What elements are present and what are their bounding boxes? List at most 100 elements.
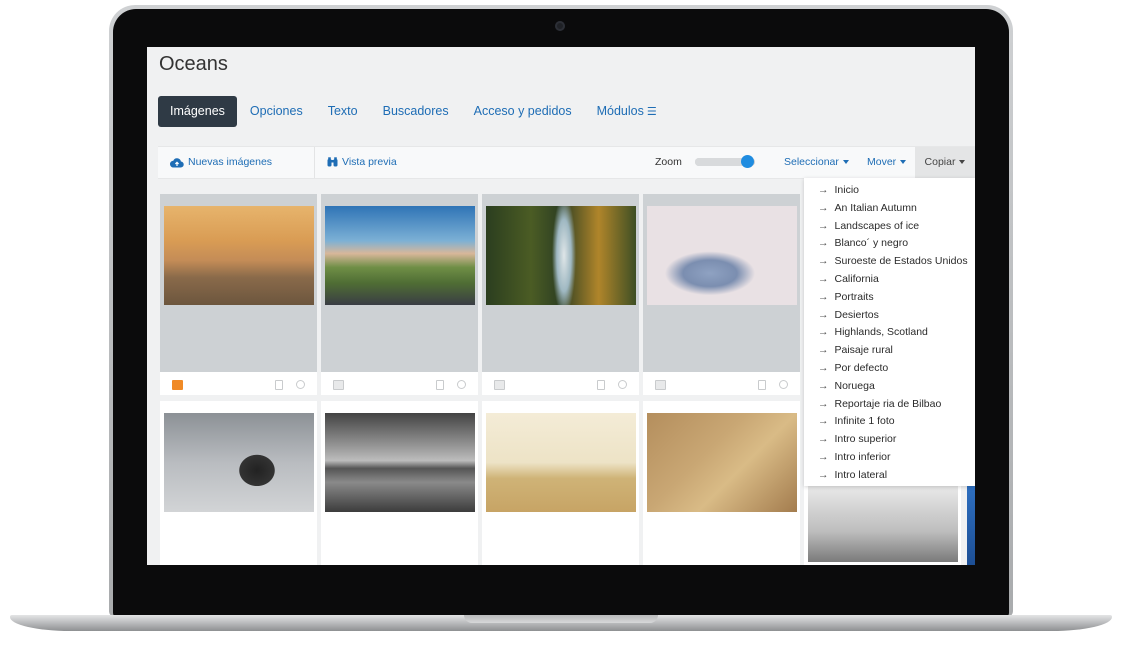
preview-button[interactable]: Vista previa — [327, 147, 397, 178]
menu-item[interactable]: → California — [804, 271, 975, 289]
copy-label: Copiar — [924, 156, 956, 168]
menu-item[interactable]: → Blanco´ y negro — [804, 235, 975, 253]
photo-thumbnail[interactable] — [486, 206, 636, 305]
image-card[interactable] — [643, 401, 800, 565]
menu-item-label: Noruega — [834, 379, 875, 392]
menu-item[interactable]: → Portraits — [804, 289, 975, 307]
image-card[interactable] — [482, 401, 639, 565]
tab-bar: Imágenes Opciones Texto Buscadores Acces… — [158, 96, 670, 127]
image-icon[interactable] — [172, 380, 183, 390]
select-label: Seleccionar — [784, 156, 839, 168]
menu-item-label: Inicio — [834, 184, 860, 196]
trash-icon[interactable] — [275, 380, 283, 390]
preview-label: Vista previa — [342, 156, 397, 168]
photo-thumbnail[interactable] — [164, 413, 314, 512]
menu-item[interactable]: → Paisaje rural — [804, 342, 975, 360]
menu-item[interactable]: → Landscapes of ice — [804, 218, 975, 236]
menu-item[interactable]: → Highlands, Scotland — [804, 324, 975, 342]
trash-icon[interactable] — [597, 380, 605, 390]
search-icon[interactable] — [296, 380, 305, 389]
photo-thumbnail[interactable] — [325, 206, 475, 305]
image-icon[interactable] — [333, 380, 344, 390]
search-icon[interactable] — [618, 380, 627, 389]
trash-icon[interactable] — [758, 380, 766, 390]
menu-item[interactable]: → An Italian Autumn — [804, 200, 975, 218]
menu-item-label: Reportaje ria de Bilbao — [834, 397, 942, 410]
copy-dropdown[interactable]: Copiar — [915, 147, 975, 178]
tab-buscadores[interactable]: Buscadores — [371, 96, 461, 127]
image-icon[interactable] — [655, 380, 666, 390]
menu-item-label: Landscapes of ice — [834, 219, 920, 232]
tab-opciones[interactable]: Opciones — [238, 96, 315, 127]
arrow-right-icon: → — [818, 468, 829, 481]
menu-item-label: Portraits — [834, 290, 874, 303]
menu-item-label: Intro inferior — [834, 450, 891, 463]
zoom-slider-fill — [695, 158, 746, 166]
menu-item-label: Intro superior — [834, 433, 897, 446]
image-icon[interactable] — [494, 380, 505, 390]
copy-menu: → Inicio → An Italian Autumn → Landscapes o… — [804, 178, 975, 486]
arrow-right-icon: → — [818, 361, 829, 374]
menu-item[interactable]: → Inicio — [804, 182, 975, 200]
menu-item[interactable]: → Suroeste de Estados Unidos — [804, 253, 975, 271]
menu-item[interactable]: → Por defecto — [804, 360, 975, 378]
menu-item-label: Suroeste de Estados Unidos — [834, 255, 968, 268]
image-card-footer — [482, 374, 639, 395]
chevron-down-icon — [900, 160, 907, 165]
search-icon[interactable] — [457, 380, 466, 389]
image-card[interactable] — [482, 194, 639, 395]
arrow-right-icon: → — [818, 290, 829, 303]
menu-item[interactable]: → Reportaje ria de Bilbao — [804, 396, 975, 414]
app-screen: Oceans Imágenes Opciones Texto Buscadore… — [147, 47, 975, 565]
menu-item-label: Highlands, Scotland — [834, 326, 928, 339]
image-card-footer — [643, 374, 800, 395]
arrow-right-icon: → — [818, 184, 829, 196]
zoom-slider-handle[interactable] — [741, 155, 754, 168]
tab-texto[interactable]: Texto — [316, 96, 370, 127]
arrow-right-icon: → — [818, 237, 829, 250]
tab-modulos[interactable]: Módulos ☰ — [585, 96, 669, 127]
image-card[interactable] — [321, 401, 478, 565]
trash-icon[interactable] — [436, 380, 444, 390]
menu-item-label: Infinite 1 foto — [834, 415, 895, 428]
photo-thumbnail[interactable] — [486, 413, 636, 512]
select-dropdown[interactable]: Seleccionar — [784, 147, 849, 178]
arrow-right-icon: → — [818, 397, 829, 410]
menu-item-label: An Italian Autumn — [834, 201, 917, 214]
menu-item[interactable]: → Infinite 1 foto — [804, 413, 975, 431]
toolbar-divider — [314, 147, 315, 178]
image-card-footer — [321, 374, 478, 395]
image-card[interactable] — [321, 194, 478, 395]
menu-item-label: Desiertos — [834, 308, 879, 321]
photo-thumbnail[interactable] — [647, 206, 797, 305]
photo-thumbnail[interactable] — [325, 413, 475, 512]
move-dropdown[interactable]: Mover — [867, 147, 907, 178]
image-card[interactable] — [160, 401, 317, 565]
tab-acceso[interactable]: Acceso y pedidos — [462, 96, 584, 127]
toolbar: Nuevas imágenes Vista previa Zoom Selecc… — [158, 146, 975, 179]
arrow-right-icon: → — [818, 326, 829, 339]
tab-modulos-label: Módulos — [596, 104, 644, 118]
menu-item[interactable]: → Desiertos — [804, 307, 975, 325]
arrow-right-icon: → — [818, 450, 829, 463]
new-images-label: Nuevas imágenes — [188, 156, 273, 168]
image-card[interactable] — [804, 486, 961, 565]
image-card[interactable] — [643, 194, 800, 395]
photo-thumbnail-partial[interactable] — [967, 486, 975, 565]
menu-item[interactable]: → Intro lateral — [804, 467, 975, 485]
menu-item-label: Intro lateral — [834, 468, 888, 481]
new-images-button[interactable]: Nuevas imágenes — [169, 147, 273, 178]
menu-item[interactable]: → Intro inferior — [804, 449, 975, 467]
search-icon[interactable] — [779, 380, 788, 389]
arrow-right-icon: → — [818, 433, 829, 446]
arrow-right-icon: → — [818, 255, 829, 268]
menu-item[interactable]: → Noruega — [804, 378, 975, 396]
zoom-label: Zoom — [655, 156, 682, 168]
image-card[interactable] — [160, 194, 317, 395]
menu-item[interactable]: → Intro superior — [804, 431, 975, 449]
photo-thumbnail[interactable] — [808, 486, 958, 562]
photo-thumbnail[interactable] — [164, 206, 314, 305]
photo-thumbnail[interactable] — [647, 413, 797, 512]
arrow-right-icon: → — [818, 272, 829, 285]
tab-imagenes[interactable]: Imágenes — [158, 96, 237, 127]
